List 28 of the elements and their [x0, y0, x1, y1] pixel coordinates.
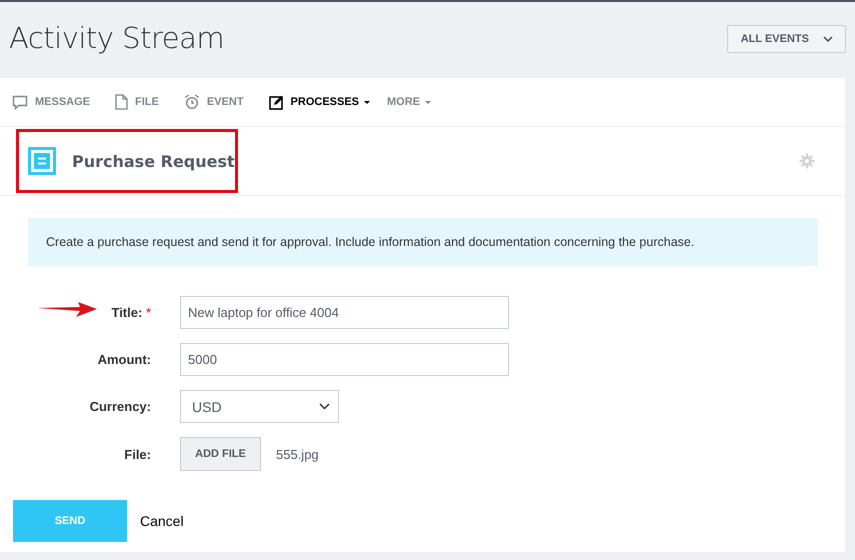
cancel-link[interactable]: Cancel — [140, 513, 184, 529]
filter-button[interactable]: ALL EVENTS — [726, 24, 846, 52]
tab[interactable]: FILE — [115, 94, 159, 110]
tab[interactable]: EVENT — [184, 94, 244, 110]
chevron-down-icon — [823, 36, 833, 42]
settings-icon — [799, 153, 815, 169]
add-file-button[interactable]: ADD FILE — [180, 437, 261, 471]
page-title: Activity Stream — [9, 21, 224, 55]
tab[interactable]: MORE — [387, 96, 432, 108]
field-label: File: — [124, 446, 151, 462]
form-title: Purchase Request — [72, 152, 235, 170]
alarm-clock-icon — [184, 94, 200, 110]
document-icon — [115, 94, 128, 110]
input-field[interactable]: New laptop for office 4004 — [180, 296, 509, 329]
field-label: Currency: — [90, 399, 151, 414]
tab[interactable]: PROCESSES — [268, 94, 370, 110]
input-field[interactable]: 5000 — [180, 343, 509, 376]
required-mark: * — [146, 305, 151, 320]
field-label: Amount: — [98, 352, 151, 367]
chevron-down-icon — [319, 403, 330, 410]
file-name: 555.jpg — [276, 446, 319, 462]
form-icon — [28, 147, 56, 175]
field-label: Title: — [111, 305, 142, 320]
speech-bubble-icon — [12, 94, 28, 110]
select-field[interactable]: USD — [180, 390, 339, 423]
tab[interactable]: MESSAGE — [12, 94, 90, 110]
description-text: Create a purchase request and send it for approval. Include information and documentation concerning the purchase. — [28, 218, 818, 266]
edit-icon — [268, 94, 284, 110]
